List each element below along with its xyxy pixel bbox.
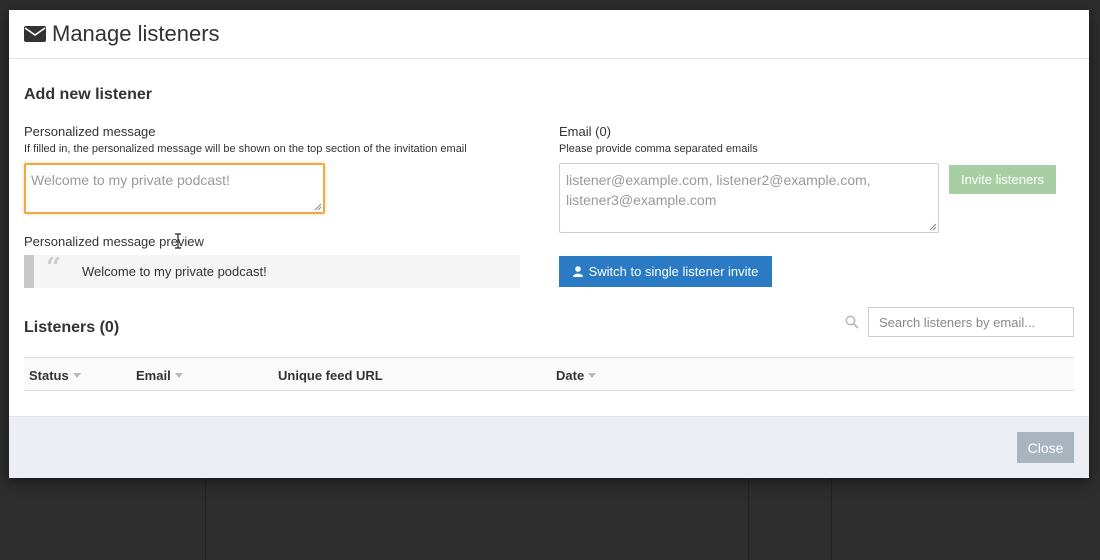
message-help: If filled in, the personalized message w… <box>24 143 467 155</box>
column-status-label: Status <box>29 368 69 383</box>
quote-icon: “ <box>46 253 61 283</box>
manage-listeners-modal: Manage listeners Add new listener Person… <box>9 10 1089 478</box>
message-preview: “ Welcome to my private podcast! <box>24 255 520 288</box>
message-placeholder: Welcome to my private podcast! <box>31 172 230 188</box>
modal-title-text: Manage listeners <box>52 21 220 46</box>
column-date[interactable]: Date <box>556 368 597 383</box>
preview-text: Welcome to my private podcast! <box>82 264 267 279</box>
modal-header: Manage listeners <box>9 10 1089 59</box>
switch-single-invite-button[interactable]: Switch to single listener invite <box>559 256 772 287</box>
sort-caret-icon <box>174 373 183 378</box>
column-feed-url-label: Unique feed URL <box>278 368 383 383</box>
modal-body: Add new listener Personalized message If… <box>9 59 1089 416</box>
column-email[interactable]: Email <box>136 368 183 383</box>
envelope-icon <box>24 26 46 42</box>
switch-button-label: Switch to single listener invite <box>588 264 759 279</box>
personalized-message-input[interactable]: Welcome to my private podcast! <box>24 163 325 214</box>
search-placeholder: Search listeners by email... <box>879 314 1036 330</box>
column-feed-url: Unique feed URL <box>278 368 383 383</box>
email-help: Please provide comma separated emails <box>559 143 758 155</box>
column-email-label: Email <box>136 368 171 383</box>
message-label: Personalized message <box>24 124 156 139</box>
resize-grip-icon[interactable] <box>314 203 322 211</box>
resize-grip-icon[interactable] <box>929 223 937 231</box>
emails-placeholder: listener@example.com, listener2@example.… <box>566 172 871 208</box>
modal-title: Manage listeners <box>24 21 220 47</box>
search-listeners-input[interactable]: Search listeners by email... <box>868 307 1074 337</box>
listeners-table-header: Status Email Unique feed URL Date <box>24 357 1074 391</box>
background-divider <box>748 478 749 560</box>
sort-caret-icon <box>72 373 81 378</box>
emails-input[interactable]: listener@example.com, listener2@example.… <box>559 163 939 233</box>
sort-caret-icon <box>588 373 597 378</box>
column-status[interactable]: Status <box>29 368 81 383</box>
invite-listeners-button[interactable]: Invite listeners <box>949 165 1056 194</box>
add-listener-heading: Add new listener <box>24 86 153 103</box>
search-icon <box>845 315 859 329</box>
close-button[interactable]: Close <box>1017 432 1074 463</box>
modal-footer: Close <box>9 416 1089 478</box>
invite-button-label: Invite listeners <box>960 172 1045 187</box>
preview-label: Personalized message preview <box>24 234 204 249</box>
email-label: Email (0) <box>559 124 612 139</box>
column-date-label: Date <box>556 368 585 383</box>
background-divider <box>831 478 832 560</box>
background-divider <box>205 478 206 560</box>
user-icon <box>572 266 583 277</box>
close-button-label: Close <box>1027 439 1064 456</box>
listeners-heading: Listeners (0) <box>24 319 120 336</box>
